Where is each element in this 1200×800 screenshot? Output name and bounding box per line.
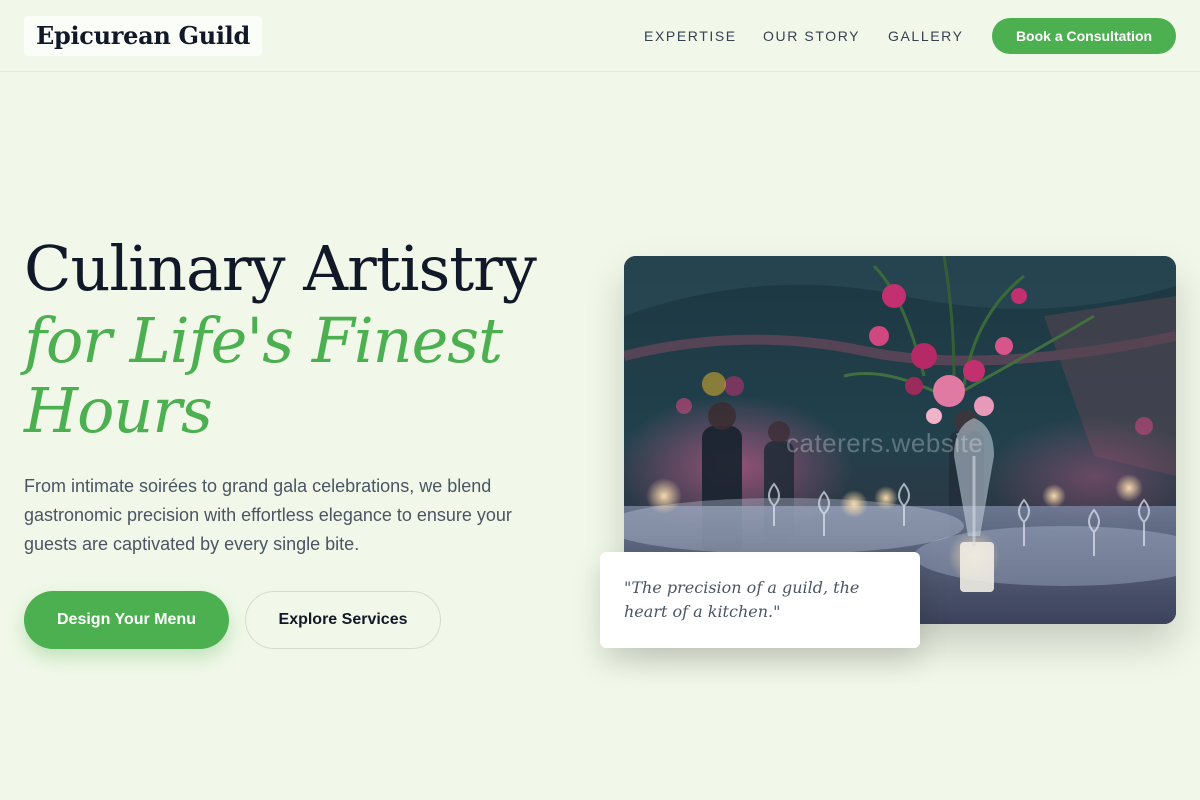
hero-title-line-1: Culinary Artistry — [24, 232, 537, 305]
quote-text: "The precision of a guild, the heart of … — [624, 578, 860, 621]
hero-title-line-2: for Life's Finest Hours — [24, 304, 503, 447]
nav-link-gallery[interactable]: GALLERY — [888, 26, 964, 46]
quote-card: "The precision of a guild, the heart of … — [600, 552, 920, 648]
nav-link-our-story[interactable]: OUR STORY — [763, 26, 860, 46]
hero-title: Culinary Artistry for Life's Finest Hour… — [24, 232, 604, 446]
logo[interactable]: Epicurean Guild — [24, 16, 262, 56]
site-header: Epicurean Guild EXPERTISE OUR STORY GALL… — [0, 0, 1200, 72]
design-menu-button[interactable]: Design Your Menu — [24, 591, 229, 649]
hero-description: From intimate soirées to grand gala cele… — [24, 476, 512, 554]
nav-link-expertise[interactable]: EXPERTISE — [644, 26, 737, 46]
explore-services-button[interactable]: Explore Services — [245, 591, 441, 649]
book-consultation-button[interactable]: Book a Consultation — [992, 18, 1176, 54]
